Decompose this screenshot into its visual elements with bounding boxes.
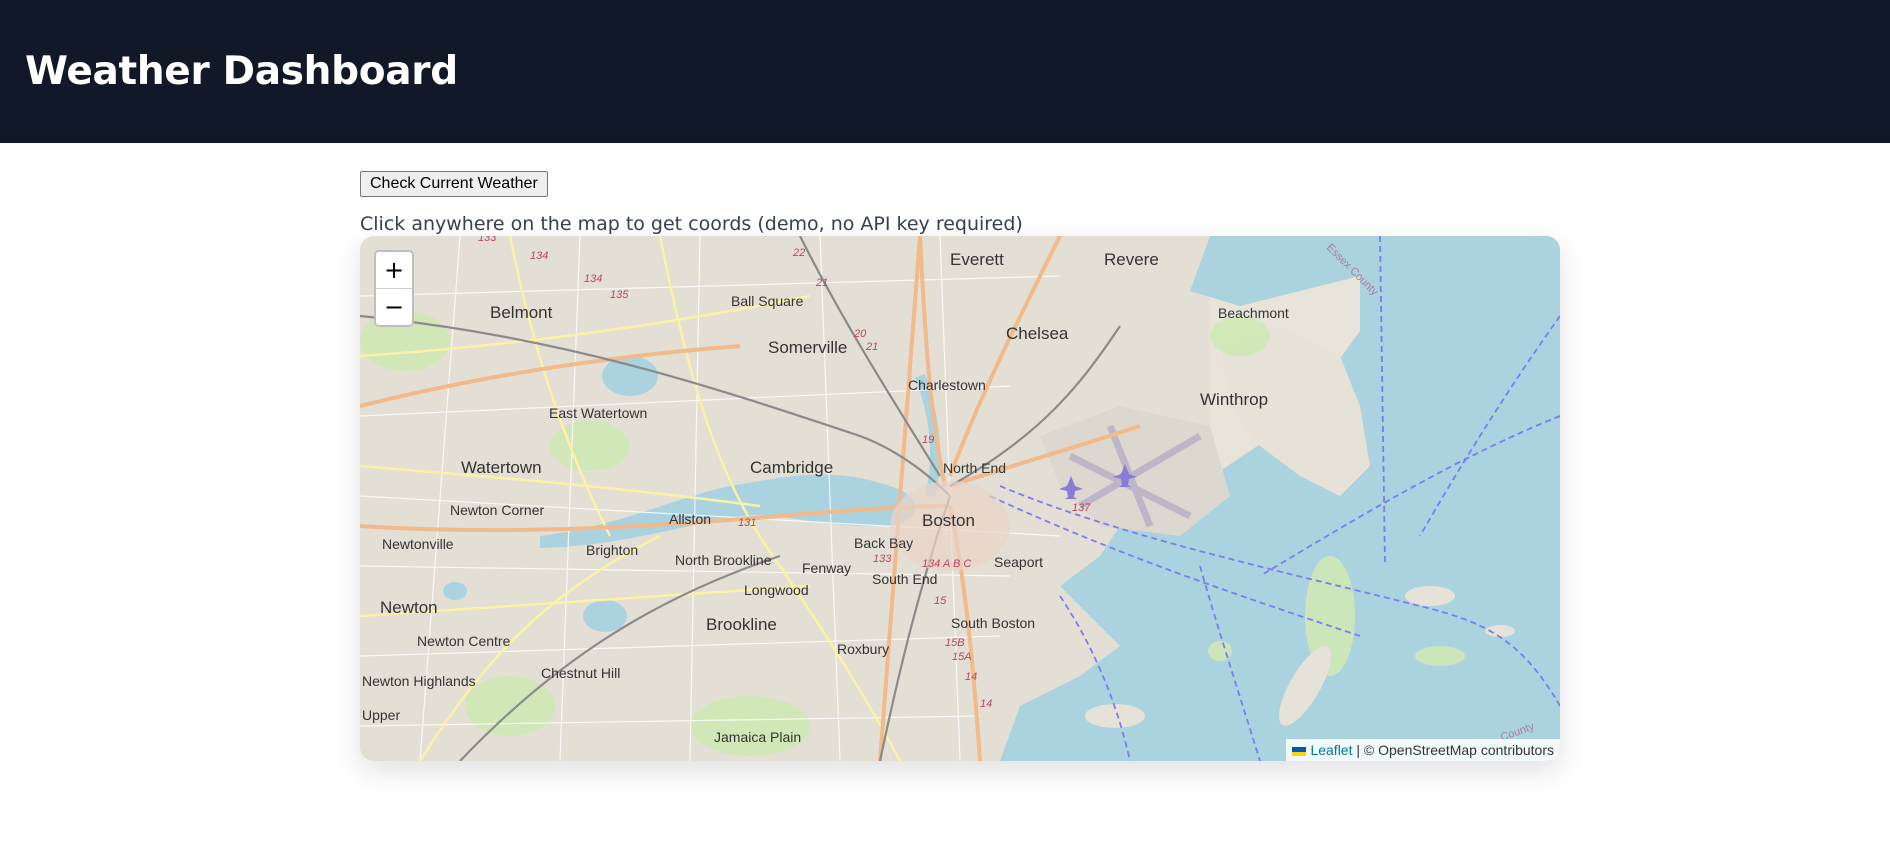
route-label: 21 xyxy=(815,277,828,289)
label-brookline: Brookline xyxy=(706,615,777,634)
check-weather-button[interactable]: Check Current Weather xyxy=(360,171,548,197)
label-somerville: Somerville xyxy=(768,338,847,357)
label-upper: Upper xyxy=(362,707,400,723)
label-east-watertown: East Watertown xyxy=(549,405,647,421)
label-north-brookline: North Brookline xyxy=(675,552,772,568)
zoom-in-button[interactable]: + xyxy=(376,252,412,288)
label-revere: Revere xyxy=(1104,250,1159,269)
label-chelsea: Chelsea xyxy=(1006,324,1069,343)
route-label: 15A xyxy=(952,651,972,663)
app-header: Weather Dashboard xyxy=(0,0,1890,143)
label-south-end: South End xyxy=(872,571,937,587)
map-tiles[interactable]: Everett Revere Beachmont Belmont Ball Sq… xyxy=(360,236,1560,761)
route-label: 14 xyxy=(965,671,977,683)
route-label: 15B xyxy=(945,637,965,649)
leaflet-link[interactable]: Leaflet xyxy=(1310,742,1352,758)
map-container[interactable]: Everett Revere Beachmont Belmont Ball Sq… xyxy=(360,236,1560,761)
route-label: 137 xyxy=(1072,502,1091,514)
label-longwood: Longwood xyxy=(744,582,809,598)
route-label: 20 xyxy=(853,328,867,340)
route-label: 15 xyxy=(934,595,947,607)
label-chestnut-hill: Chestnut Hill xyxy=(541,665,620,681)
label-seaport: Seaport xyxy=(994,554,1043,570)
route-label: 133 xyxy=(873,553,892,565)
fresh-pond xyxy=(602,356,658,396)
label-charlestown: Charlestown xyxy=(908,377,986,393)
label-boston: Boston xyxy=(922,511,975,530)
label-roxbury: Roxbury xyxy=(837,641,889,657)
label-everett: Everett xyxy=(950,250,1004,269)
label-cambridge: Cambridge xyxy=(750,458,833,477)
pond xyxy=(443,582,467,600)
label-watertown: Watertown xyxy=(461,458,542,477)
route-label: 134 xyxy=(530,250,548,262)
label-newton-corner: Newton Corner xyxy=(450,502,544,518)
label-south-boston: South Boston xyxy=(951,615,1035,631)
label-newton-highlands: Newton Highlands xyxy=(362,673,476,689)
label-belmont: Belmont xyxy=(490,303,553,322)
zoom-control: + − xyxy=(374,250,414,327)
label-north-end: North End xyxy=(943,460,1006,476)
label-allston: Allston xyxy=(669,511,711,527)
route-label: 131 xyxy=(738,517,756,529)
pond xyxy=(583,600,627,632)
label-brighton: Brighton xyxy=(586,542,638,558)
route-label: 14 xyxy=(980,698,992,710)
page-title: Weather Dashboard xyxy=(25,49,458,94)
label-winthrop: Winthrop xyxy=(1200,390,1268,409)
map-hint-text: Click anywhere on the map to get coords … xyxy=(360,213,1023,235)
label-fenway: Fenway xyxy=(802,560,851,576)
route-label: 135 xyxy=(610,289,629,301)
route-label: 22 xyxy=(792,247,805,259)
route-label: 19 xyxy=(922,434,934,446)
route-label: 133 xyxy=(478,236,497,244)
label-newton-centre: Newton Centre xyxy=(417,633,511,649)
label-jamaica-plain: Jamaica Plain xyxy=(714,729,801,745)
label-newton: Newton xyxy=(380,598,438,617)
main-content: Check Current Weather Click anywhere on … xyxy=(360,143,1560,761)
zoom-out-button[interactable]: − xyxy=(376,288,412,325)
route-label: 134 A B C xyxy=(922,558,971,570)
label-ball-square: Ball Square xyxy=(731,293,804,309)
label-newtonville: Newtonville xyxy=(382,536,454,552)
ukraine-flag-icon xyxy=(1292,747,1307,756)
attribution-separator: | xyxy=(1352,742,1364,758)
osm-credit: © OpenStreetMap contributors xyxy=(1363,742,1554,758)
label-beachmont: Beachmont xyxy=(1218,305,1289,321)
route-label: 134 xyxy=(584,273,602,285)
route-label: 21 xyxy=(865,341,878,353)
label-back-bay: Back Bay xyxy=(854,535,913,551)
map-attribution: Leaflet | © OpenStreetMap contributors xyxy=(1286,739,1560,761)
